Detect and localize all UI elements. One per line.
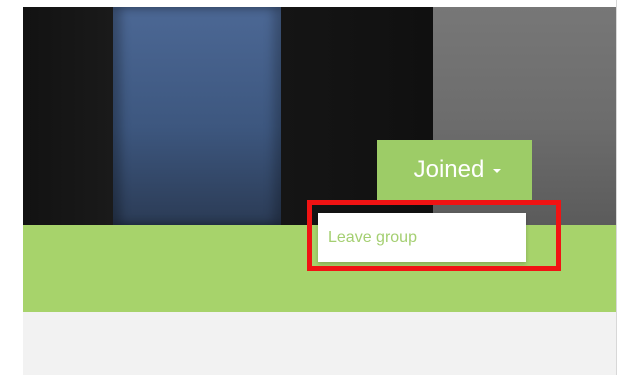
cover-photo-blue-panel [113,7,281,225]
leave-group-menu-item[interactable]: Leave group [318,213,526,262]
caret-down-icon [493,169,502,173]
joined-button[interactable]: Joined [377,140,532,200]
membership-dropdown-menu: Leave group [318,213,526,262]
page-content-background [23,312,616,375]
group-page-screenshot: Joined Leave group [0,0,629,375]
joined-button-label: Joined [413,156,485,183]
right-margin [617,0,629,375]
joined-button-content: Joined [414,140,502,200]
cover-photo-dark-left-area [23,7,113,225]
